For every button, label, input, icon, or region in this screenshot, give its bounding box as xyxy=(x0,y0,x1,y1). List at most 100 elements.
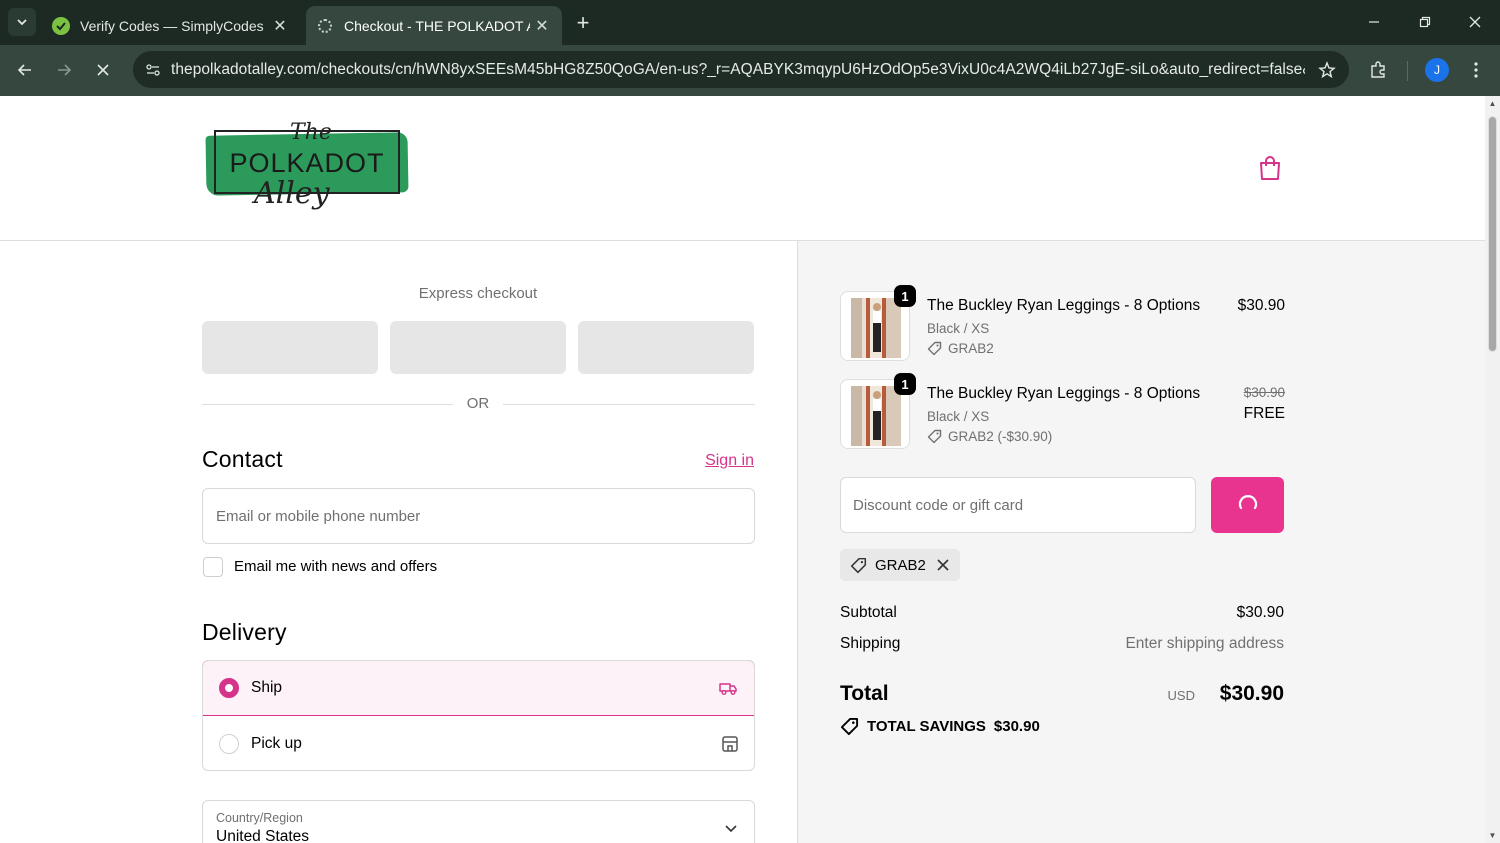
shipping-value: Enter shipping address xyxy=(1125,635,1284,652)
discount-code-field[interactable] xyxy=(840,477,1196,533)
shipping-row: Shipping Enter shipping address xyxy=(840,635,1284,653)
close-window-icon[interactable] xyxy=(1460,8,1490,36)
news-offers-label: Email me with news and offers xyxy=(234,558,438,575)
email-field[interactable] xyxy=(202,488,755,544)
email-input[interactable] xyxy=(203,489,754,543)
country-value: United States xyxy=(216,828,310,843)
sign-in-link[interactable]: Sign in xyxy=(690,452,754,470)
discount-code-input[interactable] xyxy=(841,478,1195,532)
express-checkout-title: Express checkout xyxy=(418,285,538,302)
page-scrollbar[interactable]: ▲ ▼ xyxy=(1485,96,1500,843)
tag-icon xyxy=(927,429,942,444)
checkout-form-column: Express checkout OR Contact Sign in Emai… xyxy=(0,241,797,843)
item-discount-code: GRAB2 (-$30.90) xyxy=(948,429,1053,444)
tag-icon xyxy=(927,341,942,356)
product-variant: Black / XS xyxy=(927,321,990,336)
chevron-down-icon xyxy=(17,19,27,26)
item-discount: GRAB2 (-$30.90) xyxy=(927,429,1052,444)
or-divider-text: OR xyxy=(466,395,490,412)
delivery-option-ship[interactable]: Ship xyxy=(203,661,754,716)
close-tab-icon[interactable]: ✕ xyxy=(530,14,554,38)
loading-favicon-icon xyxy=(318,18,332,33)
toolbar-divider xyxy=(1407,61,1408,81)
product-price: $30.90 xyxy=(1237,297,1285,314)
subtotal-label: Subtotal xyxy=(840,604,897,621)
total-label: Total xyxy=(840,682,889,705)
ship-radio[interactable] xyxy=(219,678,239,698)
savings-value: $30.90 xyxy=(993,718,1040,735)
logo-text-bottom: Alley xyxy=(254,176,330,211)
item-discount-code: GRAB2 xyxy=(948,341,994,356)
new-tab-icon[interactable]: + xyxy=(570,10,596,36)
address-bar[interactable]: thepolkadotalley.com/checkouts/cn/hWN8yx… xyxy=(133,51,1349,88)
tag-icon xyxy=(850,557,867,573)
model-figure xyxy=(873,391,881,440)
tag-icon xyxy=(840,717,859,736)
quantity-badge: 1 xyxy=(894,285,916,307)
express-pay-button-2[interactable] xyxy=(390,321,566,374)
savings-label: TOTAL SAVINGS xyxy=(867,718,986,735)
extensions-icon[interactable] xyxy=(1364,56,1392,84)
express-pay-button-3[interactable] xyxy=(578,321,754,374)
total-value: $30.90 xyxy=(1219,682,1284,705)
country-label: Country/Region xyxy=(216,811,303,825)
delivery-heading: Delivery xyxy=(202,619,287,645)
pickup-radio[interactable] xyxy=(219,733,239,754)
polkadot-alley-logo[interactable]: The POLKADOT Alley xyxy=(202,120,412,218)
tab-search-button[interactable] xyxy=(8,8,36,36)
checkout-page: The POLKADOT Alley Express checkout OR C… xyxy=(0,96,1485,843)
scrollbar-thumb[interactable] xyxy=(1488,116,1497,352)
product-variant: Black / XS xyxy=(927,409,990,424)
news-offers-checkbox[interactable] xyxy=(203,557,223,577)
minimize-icon[interactable] xyxy=(1359,8,1389,36)
total-savings: TOTAL SAVINGS $30.90 xyxy=(840,717,1040,736)
tab-title: Verify Codes — SimplyCodes xyxy=(80,17,264,34)
subtotal-row: Subtotal $30.90 xyxy=(840,604,1284,622)
tab-title: Checkout - THE POLKADOT ALLEY xyxy=(344,17,530,34)
browser-toolbar: thepolkadotalley.com/checkouts/cn/hWN8yx… xyxy=(0,45,1500,96)
final-price: FREE xyxy=(1243,405,1285,422)
subtotal-value: $30.90 xyxy=(1236,604,1284,621)
forward-icon[interactable] xyxy=(50,56,78,84)
pickup-label: Pick up xyxy=(251,734,302,752)
original-price: $30.90 xyxy=(1243,385,1285,400)
shipping-label: Shipping xyxy=(840,635,901,652)
product-name: The Buckley Ryan Leggings - 8 Options xyxy=(927,385,1201,402)
country-region-select[interactable]: Country/Region United States xyxy=(202,800,755,843)
apply-discount-button[interactable] xyxy=(1211,477,1284,533)
scroll-down-icon[interactable]: ▼ xyxy=(1488,831,1497,840)
total-currency: USD xyxy=(1167,688,1195,703)
applied-discount-code: GRAB2 xyxy=(875,556,926,574)
shopping-bag-icon[interactable] xyxy=(1256,154,1284,182)
divider-line xyxy=(503,404,755,405)
site-info-icon[interactable] xyxy=(135,51,171,88)
logo-text-main: POLKADOT xyxy=(229,148,385,178)
line-item: 1 The Buckley Ryan Leggings - 8 Options … xyxy=(840,373,1285,449)
stop-loading-icon[interactable] xyxy=(89,56,117,84)
line-item: 1 The Buckley Ryan Leggings - 8 Options … xyxy=(840,285,1285,361)
more-menu-icon[interactable] xyxy=(1462,56,1490,84)
browser-tab-bar: Verify Codes — SimplyCodes ✕ Checkout - … xyxy=(0,0,1500,45)
delivery-option-pickup[interactable]: Pick up xyxy=(203,716,754,770)
bookmark-star-icon[interactable] xyxy=(1305,60,1349,79)
browser-tab-active[interactable]: Checkout - THE POLKADOT ALLEY ✕ xyxy=(306,6,562,45)
logo-text-top: The xyxy=(290,120,332,145)
item-discount: GRAB2 xyxy=(927,341,994,356)
profile-avatar[interactable]: J xyxy=(1425,58,1449,82)
divider-line xyxy=(202,404,453,405)
back-icon[interactable] xyxy=(11,56,39,84)
express-pay-button-1[interactable] xyxy=(202,321,378,374)
product-name: The Buckley Ryan Leggings - 8 Options xyxy=(927,297,1201,314)
chevron-down-icon xyxy=(725,825,737,833)
scroll-up-icon[interactable]: ▲ xyxy=(1488,99,1497,108)
remove-discount-icon[interactable] xyxy=(936,558,950,572)
truck-icon xyxy=(719,683,737,695)
url-text: thepolkadotalley.com/checkouts/cn/hWN8yx… xyxy=(171,60,1305,78)
simplycodes-favicon-icon xyxy=(52,16,70,35)
loading-spinner-icon xyxy=(1238,495,1257,510)
quantity-badge: 1 xyxy=(894,373,916,395)
ship-label: Ship xyxy=(251,679,283,696)
restore-icon[interactable] xyxy=(1410,8,1440,36)
browser-tab[interactable]: Verify Codes — SimplyCodes ✕ xyxy=(44,6,300,45)
close-tab-icon[interactable]: ✕ xyxy=(268,14,292,38)
